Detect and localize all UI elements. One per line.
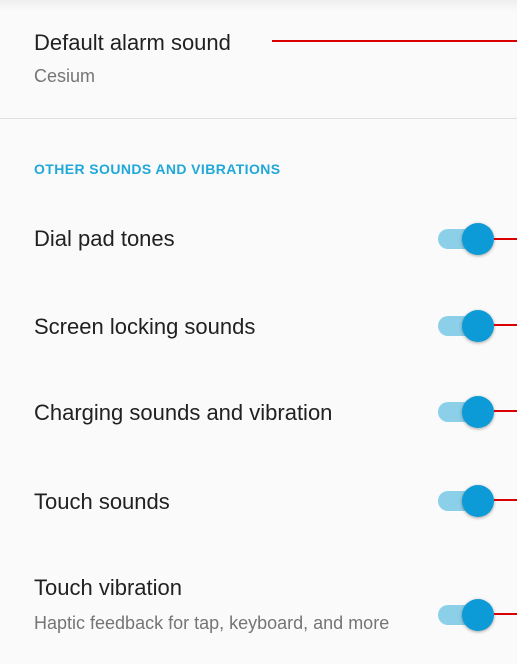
touch-sounds-switch[interactable] <box>438 485 494 517</box>
dial-pad-tones-title: Dial pad tones <box>34 226 175 251</box>
touch-vibration-summary: Haptic feedback for tap, keyboard, and m… <box>34 613 390 633</box>
charging-sounds-title: Charging sounds and vibration <box>34 400 333 425</box>
charging-sounds-item[interactable]: Charging sounds and vibration <box>0 368 517 454</box>
touch-vibration-item[interactable]: Touch vibration Haptic feedback for tap,… <box>0 544 517 664</box>
default-alarm-sound-value: Cesium <box>34 66 96 86</box>
switch-thumb <box>462 599 494 631</box>
annotation-line-touch-vibration <box>494 613 517 615</box>
annotation-line-alarm <box>272 40 517 42</box>
default-alarm-sound-item[interactable]: Default alarm sound Cesium <box>0 0 517 118</box>
screen-locking-sounds-title: Screen locking sounds <box>34 314 256 339</box>
charging-sounds-switch[interactable] <box>438 396 494 428</box>
default-alarm-sound-title: Default alarm sound <box>34 30 231 55</box>
annotation-line-screen-locking <box>494 324 517 326</box>
touch-sounds-item[interactable]: Touch sounds <box>0 454 517 544</box>
divider <box>0 118 517 119</box>
dial-pad-tones-item[interactable]: Dial pad tones <box>0 196 517 282</box>
touch-vibration-switch[interactable] <box>438 599 494 631</box>
annotation-line-dial-pad <box>494 238 517 240</box>
annotation-line-touch-sounds <box>494 499 517 501</box>
screen-locking-sounds-item[interactable]: Screen locking sounds <box>0 282 517 368</box>
touch-sounds-title: Touch sounds <box>34 489 170 514</box>
screen-locking-sounds-switch[interactable] <box>438 310 494 342</box>
section-header: OTHER SOUNDS AND VIBRATIONS <box>34 161 281 177</box>
annotation-line-charging <box>494 410 517 412</box>
dial-pad-tones-switch[interactable] <box>438 223 494 255</box>
switch-thumb <box>462 485 494 517</box>
switch-thumb <box>462 310 494 342</box>
touch-vibration-title: Touch vibration <box>34 575 182 600</box>
switch-thumb <box>462 223 494 255</box>
switch-thumb <box>462 396 494 428</box>
